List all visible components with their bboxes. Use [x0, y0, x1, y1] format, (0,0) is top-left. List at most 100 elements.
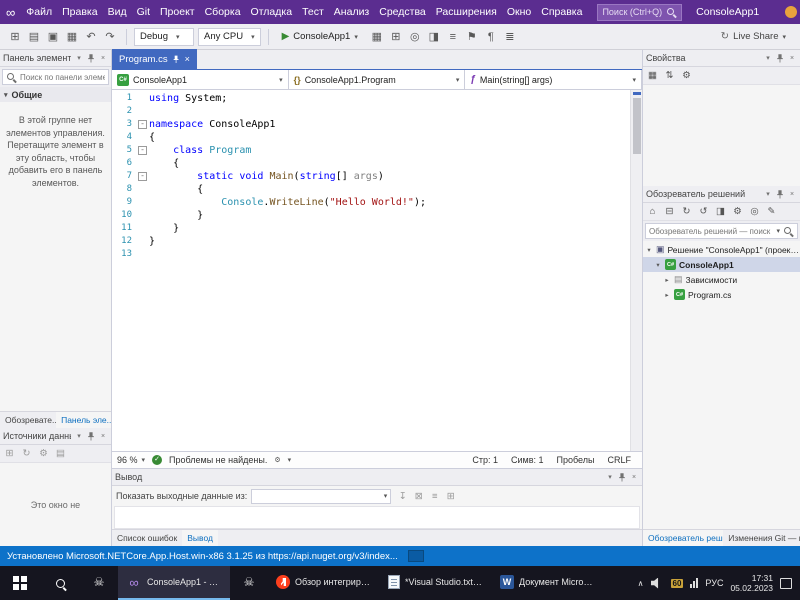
bookmark-icon[interactable]: ⚑ — [463, 28, 481, 46]
undo-icon[interactable]: ↶ — [82, 28, 100, 46]
output-content[interactable] — [114, 506, 640, 529]
chevron-up-icon[interactable]: ∧ — [638, 579, 644, 588]
code-line[interactable]: 8 { — [112, 183, 630, 196]
notification-badge-icon[interactable] — [785, 6, 798, 18]
menu-item[interactable]: Анализ — [329, 0, 374, 24]
menu-item[interactable]: Сборка — [200, 0, 246, 24]
start-debugging-button[interactable]: ▶ ConsoleApp1 ▾ — [276, 28, 364, 46]
code-line[interactable]: 13 — [112, 248, 630, 261]
code-line[interactable]: 9 Console.WriteLine("Hello World!"); — [112, 196, 630, 209]
taskbar-item[interactable]: *Visual Studio.txt -... — [380, 566, 492, 600]
tab-server-explorer[interactable]: Обозревате... — [0, 412, 56, 428]
find-in-files-icon[interactable]: ◎ — [406, 28, 424, 46]
live-share-button[interactable]: ↻ Live Share ▾ — [713, 31, 794, 42]
language-indicator[interactable]: РУС — [705, 578, 723, 588]
taskbar-item[interactable]: ☠ — [230, 566, 268, 600]
toolbox-search-input[interactable]: Поиск по панели элемен — [2, 69, 109, 85]
taskbar-item[interactable]: W Документ Microso... — [492, 566, 604, 600]
gear-icon[interactable]: ⚙ — [274, 456, 280, 464]
new-project-icon[interactable]: ⊞ — [6, 28, 24, 46]
grid-icon[interactable]: ▤ — [53, 446, 68, 461]
solution-explorer-toggle-icon[interactable]: ◨ — [425, 28, 443, 46]
output-source-dropdown[interactable]: ▾ — [251, 488, 392, 504]
close-icon[interactable]: × — [98, 55, 108, 62]
platform-dropdown[interactable]: Any CPU ▾ — [198, 27, 261, 46]
menu-item[interactable]: Справка — [536, 0, 587, 24]
menu-item[interactable]: Отладка — [246, 0, 298, 24]
expand-arrow-icon[interactable]: ▸ — [663, 276, 671, 284]
clock[interactable]: 17:31 05.02.2023 — [730, 573, 773, 593]
tab-solution-explorer[interactable]: Обозреватель реше... — [643, 530, 724, 546]
menu-item[interactable]: Проект — [155, 0, 200, 24]
configuration-dropdown[interactable]: Debug ▾ — [134, 27, 194, 46]
close-icon[interactable]: × — [787, 55, 797, 62]
menu-item[interactable]: Вид — [103, 0, 132, 24]
tree-item[interactable]: ▸ ▤ Зависимости — [643, 272, 800, 287]
home-icon[interactable]: ⌂ — [645, 204, 660, 219]
tab-output[interactable]: Вывод — [182, 530, 218, 546]
comment-icon[interactable]: ¶ — [482, 28, 500, 46]
project-dropdown[interactable]: C# ConsoleApp1 ▾ — [112, 70, 289, 89]
categorized-icon[interactable]: ▦ — [645, 68, 660, 83]
pin-icon[interactable] — [88, 54, 94, 63]
taskbar-item[interactable]: Обзор интегриров... — [268, 566, 380, 600]
configure-icon[interactable]: ⚙ — [36, 446, 51, 461]
start-button[interactable] — [0, 566, 40, 600]
menu-item[interactable]: Окно — [502, 0, 536, 24]
toolbox-section-general[interactable]: ▾ Общие — [0, 87, 111, 102]
code-line[interactable]: 3- namespace ConsoleApp1 — [112, 118, 630, 131]
code-line[interactable]: 2 — [112, 105, 630, 118]
tree-item[interactable]: ▾ C# ConsoleApp1 — [643, 257, 800, 272]
menu-item[interactable]: Правка — [57, 0, 102, 24]
chevron-down-icon[interactable]: ▾ — [74, 54, 84, 62]
expand-arrow-icon[interactable]: ▾ — [654, 261, 662, 269]
taskbar-search-button[interactable] — [40, 566, 80, 600]
edit-icon[interactable]: ✎ — [764, 204, 779, 219]
solution-search-input[interactable]: Обозреватель решений — поиск (Ctrl+» ▾ — [645, 223, 798, 239]
add-data-source-icon[interactable]: ⊞ — [2, 446, 17, 461]
outline-icon[interactable]: ≣ — [501, 28, 519, 46]
chevron-down-icon[interactable]: ▾ — [74, 432, 84, 440]
tab-git-changes[interactable]: Изменения Git — п... — [723, 530, 800, 546]
word-wrap-icon[interactable]: ≡ — [427, 489, 442, 504]
code-line[interactable]: 1 using System; — [112, 92, 630, 105]
open-file-icon[interactable]: ▤ — [25, 28, 43, 46]
battery-indicator[interactable]: 60 — [670, 578, 684, 588]
menu-item[interactable]: Файл — [21, 0, 57, 24]
chevron-down-icon[interactable]: ▾ — [763, 54, 773, 62]
show-all-files-icon[interactable]: ◨ — [713, 204, 728, 219]
taskbar-item[interactable]: ∞ ConsoleApp1 - Mic... — [118, 566, 230, 600]
close-icon[interactable]: × — [629, 474, 639, 481]
refresh-icon[interactable]: ↺ — [696, 204, 711, 219]
property-pages-icon[interactable]: ⚙ — [679, 68, 694, 83]
clear-all-icon[interactable]: ⊠ — [411, 489, 426, 504]
editor-scrollbar[interactable] — [630, 90, 642, 451]
scrollbar-thumb[interactable] — [633, 98, 641, 154]
menu-item[interactable]: Средства — [374, 0, 431, 24]
code-editor[interactable]: 1 using System; 2 3- namespace ConsoleApp1 4{… — [112, 90, 642, 451]
line-ending-indicator[interactable]: CRLF — [607, 455, 631, 465]
code-line[interactable]: 11 } — [112, 222, 630, 235]
spaces-indicator[interactable]: Пробелы — [557, 455, 595, 465]
expand-arrow-icon[interactable]: ▸ — [663, 291, 671, 299]
pin-icon[interactable] — [777, 190, 783, 199]
close-icon[interactable]: × — [787, 191, 797, 198]
zoom-control[interactable]: 96 % ▾ — [117, 455, 145, 465]
fold-toggle-icon[interactable]: - — [138, 172, 147, 181]
close-icon[interactable]: × — [185, 54, 190, 64]
action-center-icon[interactable] — [780, 577, 792, 589]
sync-with-active-icon[interactable]: ↻ — [679, 204, 694, 219]
code-line[interactable]: 4{ — [112, 131, 630, 144]
code-line[interactable]: 10 } — [112, 209, 630, 222]
quick-search-box[interactable]: Поиск (Ctrl+Q) — [597, 3, 683, 21]
tree-item[interactable]: ▾▣Решение "ConsoleApp1" (проекты: 1 из 1… — [643, 242, 800, 257]
pin-icon[interactable] — [777, 54, 783, 63]
goto-message-icon[interactable]: ↧ — [395, 489, 410, 504]
member-dropdown[interactable]: ƒ Main(string[] args) ▾ — [465, 70, 643, 89]
properties-icon[interactable]: ⚙ — [730, 204, 745, 219]
chevron-down-icon[interactable]: ▾ — [605, 473, 615, 481]
code-line[interactable]: 7- static void Main(string[] args) — [112, 170, 630, 183]
type-dropdown[interactable]: {} ConsoleApp1.Program ▾ — [289, 70, 466, 89]
save-icon[interactable]: ▣ — [44, 28, 62, 46]
pin-icon[interactable] — [173, 55, 179, 63]
